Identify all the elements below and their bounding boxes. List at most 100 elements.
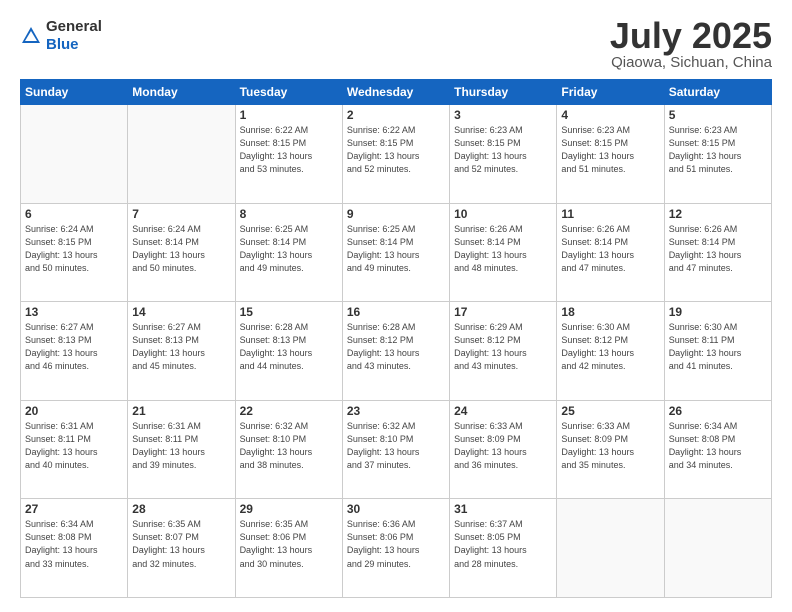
day-number: 4 — [561, 108, 659, 122]
day-info: Sunrise: 6:28 AM Sunset: 8:12 PM Dayligh… — [347, 321, 445, 373]
calendar-cell: 7Sunrise: 6:24 AM Sunset: 8:14 PM Daylig… — [128, 203, 235, 302]
day-info: Sunrise: 6:34 AM Sunset: 8:08 PM Dayligh… — [25, 518, 123, 570]
day-info: Sunrise: 6:30 AM Sunset: 8:12 PM Dayligh… — [561, 321, 659, 373]
weekday-header-thursday: Thursday — [450, 80, 557, 105]
calendar-cell — [128, 105, 235, 204]
day-info: Sunrise: 6:34 AM Sunset: 8:08 PM Dayligh… — [669, 420, 767, 472]
weekday-header-saturday: Saturday — [664, 80, 771, 105]
logo-text: General Blue — [46, 18, 102, 54]
calendar-cell — [557, 499, 664, 598]
day-info: Sunrise: 6:27 AM Sunset: 8:13 PM Dayligh… — [132, 321, 230, 373]
day-info: Sunrise: 6:35 AM Sunset: 8:07 PM Dayligh… — [132, 518, 230, 570]
weekday-header-tuesday: Tuesday — [235, 80, 342, 105]
calendar-cell: 8 Sunrise: 6:25 AM Sunset: 8:14 PM Daylig… — [235, 203, 342, 302]
day-number: 29 — [240, 502, 338, 516]
day-number: 20 — [25, 404, 123, 418]
day-info: Sunrise: 6:25 AM Sunset: 8:14 PM Dayligh… — [347, 223, 445, 275]
day-info: Sunrise: 6:23 AM Sunset: 8:15 PM Dayligh… — [454, 124, 552, 176]
day-number: 10 — [454, 207, 552, 221]
day-info: Sunrise: 6:25 AM Sunset: 8:14 PM Dayligh… — [240, 223, 338, 275]
calendar-cell: 22 Sunrise: 6:32 AM Sunset: 8:10 PM Dayli… — [235, 400, 342, 499]
calendar-cell: 26 Sunrise: 6:34 AM Sunset: 8:08 PM Dayli… — [664, 400, 771, 499]
month-title: July 2025 — [610, 18, 772, 54]
calendar-cell: 10 Sunrise: 6:26 AM Sunset: 8:14 PM Dayli… — [450, 203, 557, 302]
day-number: 30 — [347, 502, 445, 516]
day-number: 5 — [669, 108, 767, 122]
weekday-header-monday: Monday — [128, 80, 235, 105]
day-info: Sunrise: 6:31 AM Sunset: 8:11 PM Dayligh… — [132, 420, 230, 472]
calendar-cell: 18 Sunrise: 6:30 AM Sunset: 8:12 PM Dayli… — [557, 302, 664, 401]
day-number: 14 — [132, 305, 230, 319]
day-number: 1 — [240, 108, 338, 122]
calendar-cell: 24 Sunrise: 6:33 AM Sunset: 8:09 PM Dayli… — [450, 400, 557, 499]
day-info: Sunrise: 6:30 AM Sunset: 8:11 PM Dayligh… — [669, 321, 767, 373]
weekday-header-sunday: Sunday — [21, 80, 128, 105]
calendar-cell: 6 Sunrise: 6:24 AM Sunset: 8:15 PM Daylig… — [21, 203, 128, 302]
day-info: Sunrise: 6:32 AM Sunset: 8:10 PM Dayligh… — [347, 420, 445, 472]
calendar-cell: 13 Sunrise: 6:27 AM Sunset: 8:13 PM Dayli… — [21, 302, 128, 401]
calendar-cell: 11 Sunrise: 6:26 AM Sunset: 8:14 PM Dayli… — [557, 203, 664, 302]
calendar-cell: 30 Sunrise: 6:36 AM Sunset: 8:06 PM Dayli… — [342, 499, 449, 598]
calendar-cell: 28 Sunrise: 6:35 AM Sunset: 8:07 PM Dayli… — [128, 499, 235, 598]
day-info: Sunrise: 6:35 AM Sunset: 8:06 PM Dayligh… — [240, 518, 338, 570]
logo: General Blue — [20, 18, 102, 54]
calendar-cell: 17Sunrise: 6:29 AM Sunset: 8:12 PM Dayli… — [450, 302, 557, 401]
day-number: 24 — [454, 404, 552, 418]
day-info: Sunrise: 6:27 AM Sunset: 8:13 PM Dayligh… — [25, 321, 123, 373]
day-number: 25 — [561, 404, 659, 418]
day-number: 22 — [240, 404, 338, 418]
day-number: 17 — [454, 305, 552, 319]
day-info: Sunrise: 6:24 AM Sunset: 8:14 PM Dayligh… — [132, 223, 230, 275]
calendar-cell: 20 Sunrise: 6:31 AM Sunset: 8:11 PM Dayli… — [21, 400, 128, 499]
title-block: July 2025 Qiaowa, Sichuan, China — [610, 18, 772, 71]
calendar-cell: 2 Sunrise: 6:22 AM Sunset: 8:15 PM Daylig… — [342, 105, 449, 204]
day-number: 9 — [347, 207, 445, 221]
day-number: 18 — [561, 305, 659, 319]
calendar-cell: 15 Sunrise: 6:28 AM Sunset: 8:13 PM Dayli… — [235, 302, 342, 401]
day-info: Sunrise: 6:22 AM Sunset: 8:15 PM Dayligh… — [240, 124, 338, 176]
calendar-cell — [21, 105, 128, 204]
day-number: 15 — [240, 305, 338, 319]
calendar-cell: 5Sunrise: 6:23 AM Sunset: 8:15 PM Daylig… — [664, 105, 771, 204]
day-info: Sunrise: 6:24 AM Sunset: 8:15 PM Dayligh… — [25, 223, 123, 275]
day-number: 11 — [561, 207, 659, 221]
calendar-cell: 31Sunrise: 6:37 AM Sunset: 8:05 PM Dayli… — [450, 499, 557, 598]
page-header: General Blue July 2025 Qiaowa, Sichuan, … — [20, 18, 772, 71]
day-info: Sunrise: 6:22 AM Sunset: 8:15 PM Dayligh… — [347, 124, 445, 176]
day-info: Sunrise: 6:33 AM Sunset: 8:09 PM Dayligh… — [561, 420, 659, 472]
day-number: 12 — [669, 207, 767, 221]
day-info: Sunrise: 6:28 AM Sunset: 8:13 PM Dayligh… — [240, 321, 338, 373]
calendar-cell: 19 Sunrise: 6:30 AM Sunset: 8:11 PM Dayli… — [664, 302, 771, 401]
calendar-cell: 29 Sunrise: 6:35 AM Sunset: 8:06 PM Dayli… — [235, 499, 342, 598]
calendar-cell: 9 Sunrise: 6:25 AM Sunset: 8:14 PM Daylig… — [342, 203, 449, 302]
day-number: 26 — [669, 404, 767, 418]
day-info: Sunrise: 6:33 AM Sunset: 8:09 PM Dayligh… — [454, 420, 552, 472]
day-number: 2 — [347, 108, 445, 122]
logo-icon — [20, 25, 42, 47]
calendar-cell: 4Sunrise: 6:23 AM Sunset: 8:15 PM Daylig… — [557, 105, 664, 204]
day-number: 27 — [25, 502, 123, 516]
day-info: Sunrise: 6:26 AM Sunset: 8:14 PM Dayligh… — [669, 223, 767, 275]
day-number: 23 — [347, 404, 445, 418]
calendar-cell: 3 Sunrise: 6:23 AM Sunset: 8:15 PM Daylig… — [450, 105, 557, 204]
day-info: Sunrise: 6:32 AM Sunset: 8:10 PM Dayligh… — [240, 420, 338, 472]
day-info: Sunrise: 6:31 AM Sunset: 8:11 PM Dayligh… — [25, 420, 123, 472]
location: Qiaowa, Sichuan, China — [610, 54, 772, 71]
weekday-header-wednesday: Wednesday — [342, 80, 449, 105]
weekday-header-friday: Friday — [557, 80, 664, 105]
day-number: 16 — [347, 305, 445, 319]
day-info: Sunrise: 6:36 AM Sunset: 8:06 PM Dayligh… — [347, 518, 445, 570]
day-info: Sunrise: 6:26 AM Sunset: 8:14 PM Dayligh… — [561, 223, 659, 275]
day-number: 3 — [454, 108, 552, 122]
calendar-cell: 14 Sunrise: 6:27 AM Sunset: 8:13 PM Dayli… — [128, 302, 235, 401]
day-number: 8 — [240, 207, 338, 221]
day-number: 19 — [669, 305, 767, 319]
calendar-cell: 27 Sunrise: 6:34 AM Sunset: 8:08 PM Dayli… — [21, 499, 128, 598]
calendar-cell: 16 Sunrise: 6:28 AM Sunset: 8:12 PM Dayli… — [342, 302, 449, 401]
day-info: Sunrise: 6:26 AM Sunset: 8:14 PM Dayligh… — [454, 223, 552, 275]
day-number: 13 — [25, 305, 123, 319]
day-info: Sunrise: 6:37 AM Sunset: 8:05 PM Dayligh… — [454, 518, 552, 570]
day-number: 6 — [25, 207, 123, 221]
calendar-cell: 23 Sunrise: 6:32 AM Sunset: 8:10 PM Dayli… — [342, 400, 449, 499]
day-number: 28 — [132, 502, 230, 516]
